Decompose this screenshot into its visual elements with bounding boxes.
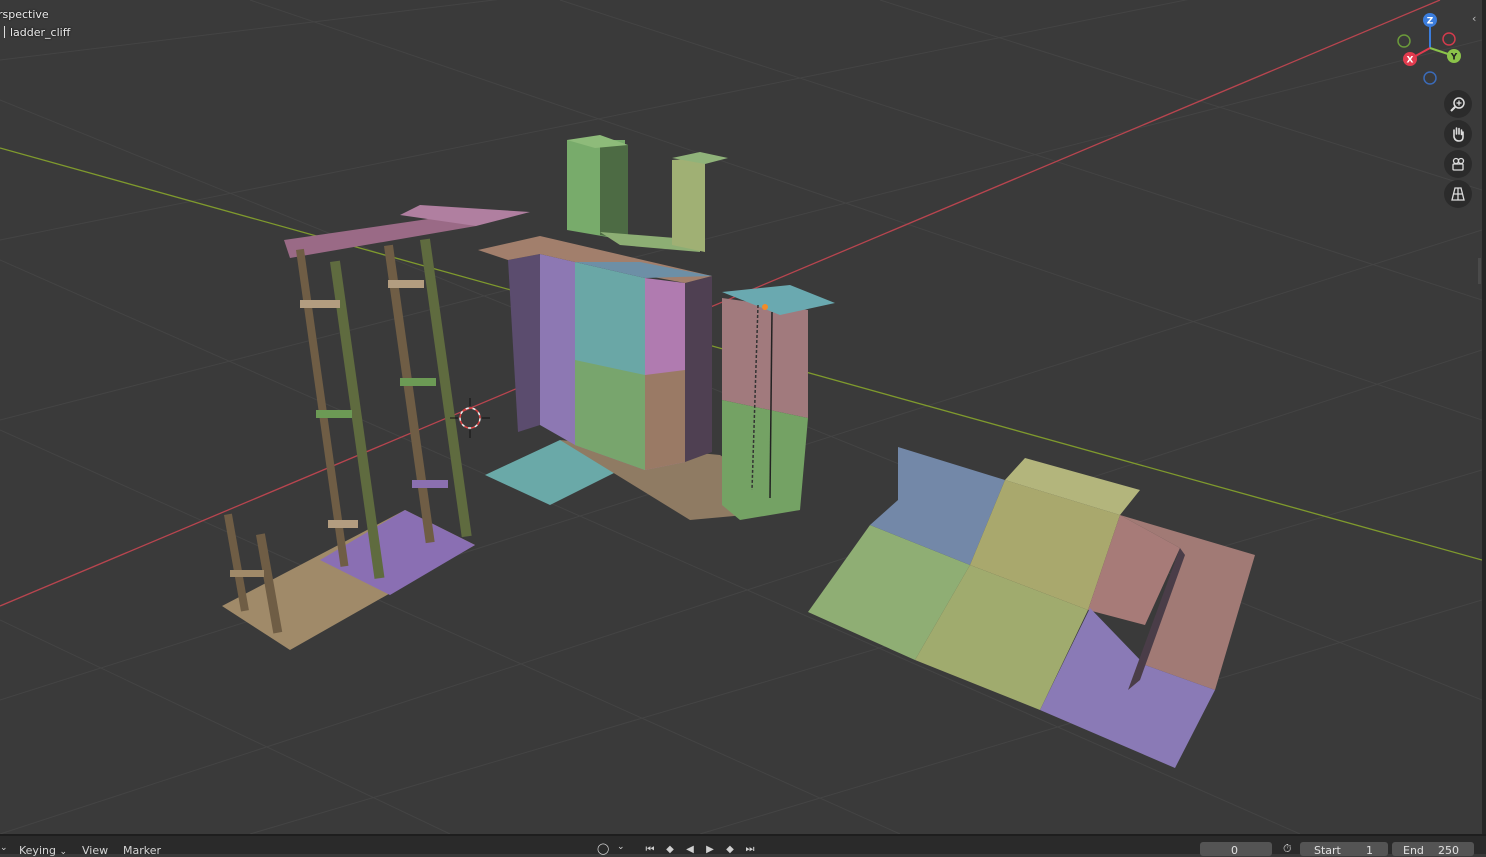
auto-key-icon[interactable]: ◯: [597, 842, 609, 855]
preview-range-clock-icon[interactable]: ⏱: [1283, 842, 1292, 856]
jump-end-icon[interactable]: ⏭: [742, 844, 758, 856]
end-label: End: [1403, 844, 1424, 857]
next-keyframe-icon[interactable]: ◆: [722, 844, 738, 856]
ortho-toggle-button[interactable]: [1444, 180, 1472, 208]
scene-canvas[interactable]: [0, 0, 1482, 834]
end-frame-field[interactable]: End 250: [1392, 842, 1474, 857]
play-icon[interactable]: ▶: [702, 844, 718, 856]
start-label: Start: [1314, 844, 1341, 857]
active-object-name: ladder_cliff: [10, 26, 71, 39]
camera-view-button[interactable]: [1444, 150, 1472, 178]
jump-start-icon[interactable]: ⏮: [642, 844, 658, 856]
neg-x-handle: [1397, 34, 1411, 48]
view-mode-label: rspective: [0, 8, 49, 21]
zoom-button[interactable]: [1444, 90, 1472, 118]
pan-button[interactable]: [1444, 120, 1472, 148]
stairs-object: [808, 447, 1255, 768]
keying-menu[interactable]: Keying ⌄: [19, 844, 67, 857]
start-frame-field[interactable]: Start 1: [1300, 842, 1388, 857]
prev-keyframe-icon[interactable]: ◆: [662, 844, 678, 856]
3d-viewport[interactable]: rspective ladder_cliff Z X Y ‹: [0, 0, 1482, 834]
y-axis-label: Y: [1450, 53, 1458, 63]
region-border: [1482, 0, 1486, 852]
chevron-down-icon: ⌄: [59, 847, 67, 857]
end-value: 250: [1438, 844, 1459, 857]
timeline-header: ⌄ Keying ⌄ View Marker ◯ ⌄ ⏮ ◆ ◀ ▶ ◆ ⏭ 0…: [0, 834, 1486, 857]
sidebar-toggle-icon[interactable]: ‹: [1472, 12, 1476, 25]
central-wall-object: [478, 236, 835, 520]
chevron-down-icon[interactable]: ⌄: [617, 842, 625, 852]
current-frame-value: 0: [1231, 844, 1238, 857]
camera-view-icon: [1452, 157, 1465, 171]
ladder-object: [222, 205, 530, 650]
separator-bar: [4, 26, 5, 38]
neg-y-handle: [1442, 32, 1456, 46]
navigation-gizmo[interactable]: Z X Y: [1396, 10, 1466, 92]
z-axis-label: Z: [1427, 17, 1434, 27]
view-menu[interactable]: View: [82, 844, 108, 857]
play-reverse-icon[interactable]: ◀: [682, 844, 698, 856]
marker-menu[interactable]: Marker: [123, 844, 161, 857]
neg-z-handle: [1423, 71, 1437, 85]
hand-pan-icon: [1453, 127, 1464, 142]
current-frame-field[interactable]: 0: [1200, 842, 1272, 857]
floating-l-object: [567, 135, 728, 252]
keying-label: Keying: [19, 844, 56, 857]
perspective-grid-icon: [1451, 187, 1465, 201]
start-value: 1: [1366, 844, 1373, 857]
zoom-in-icon: [1450, 97, 1465, 112]
region-resize-handle[interactable]: [1478, 258, 1481, 284]
x-axis-label: X: [1407, 56, 1414, 66]
active-object-label: ladder_cliff: [0, 26, 70, 39]
